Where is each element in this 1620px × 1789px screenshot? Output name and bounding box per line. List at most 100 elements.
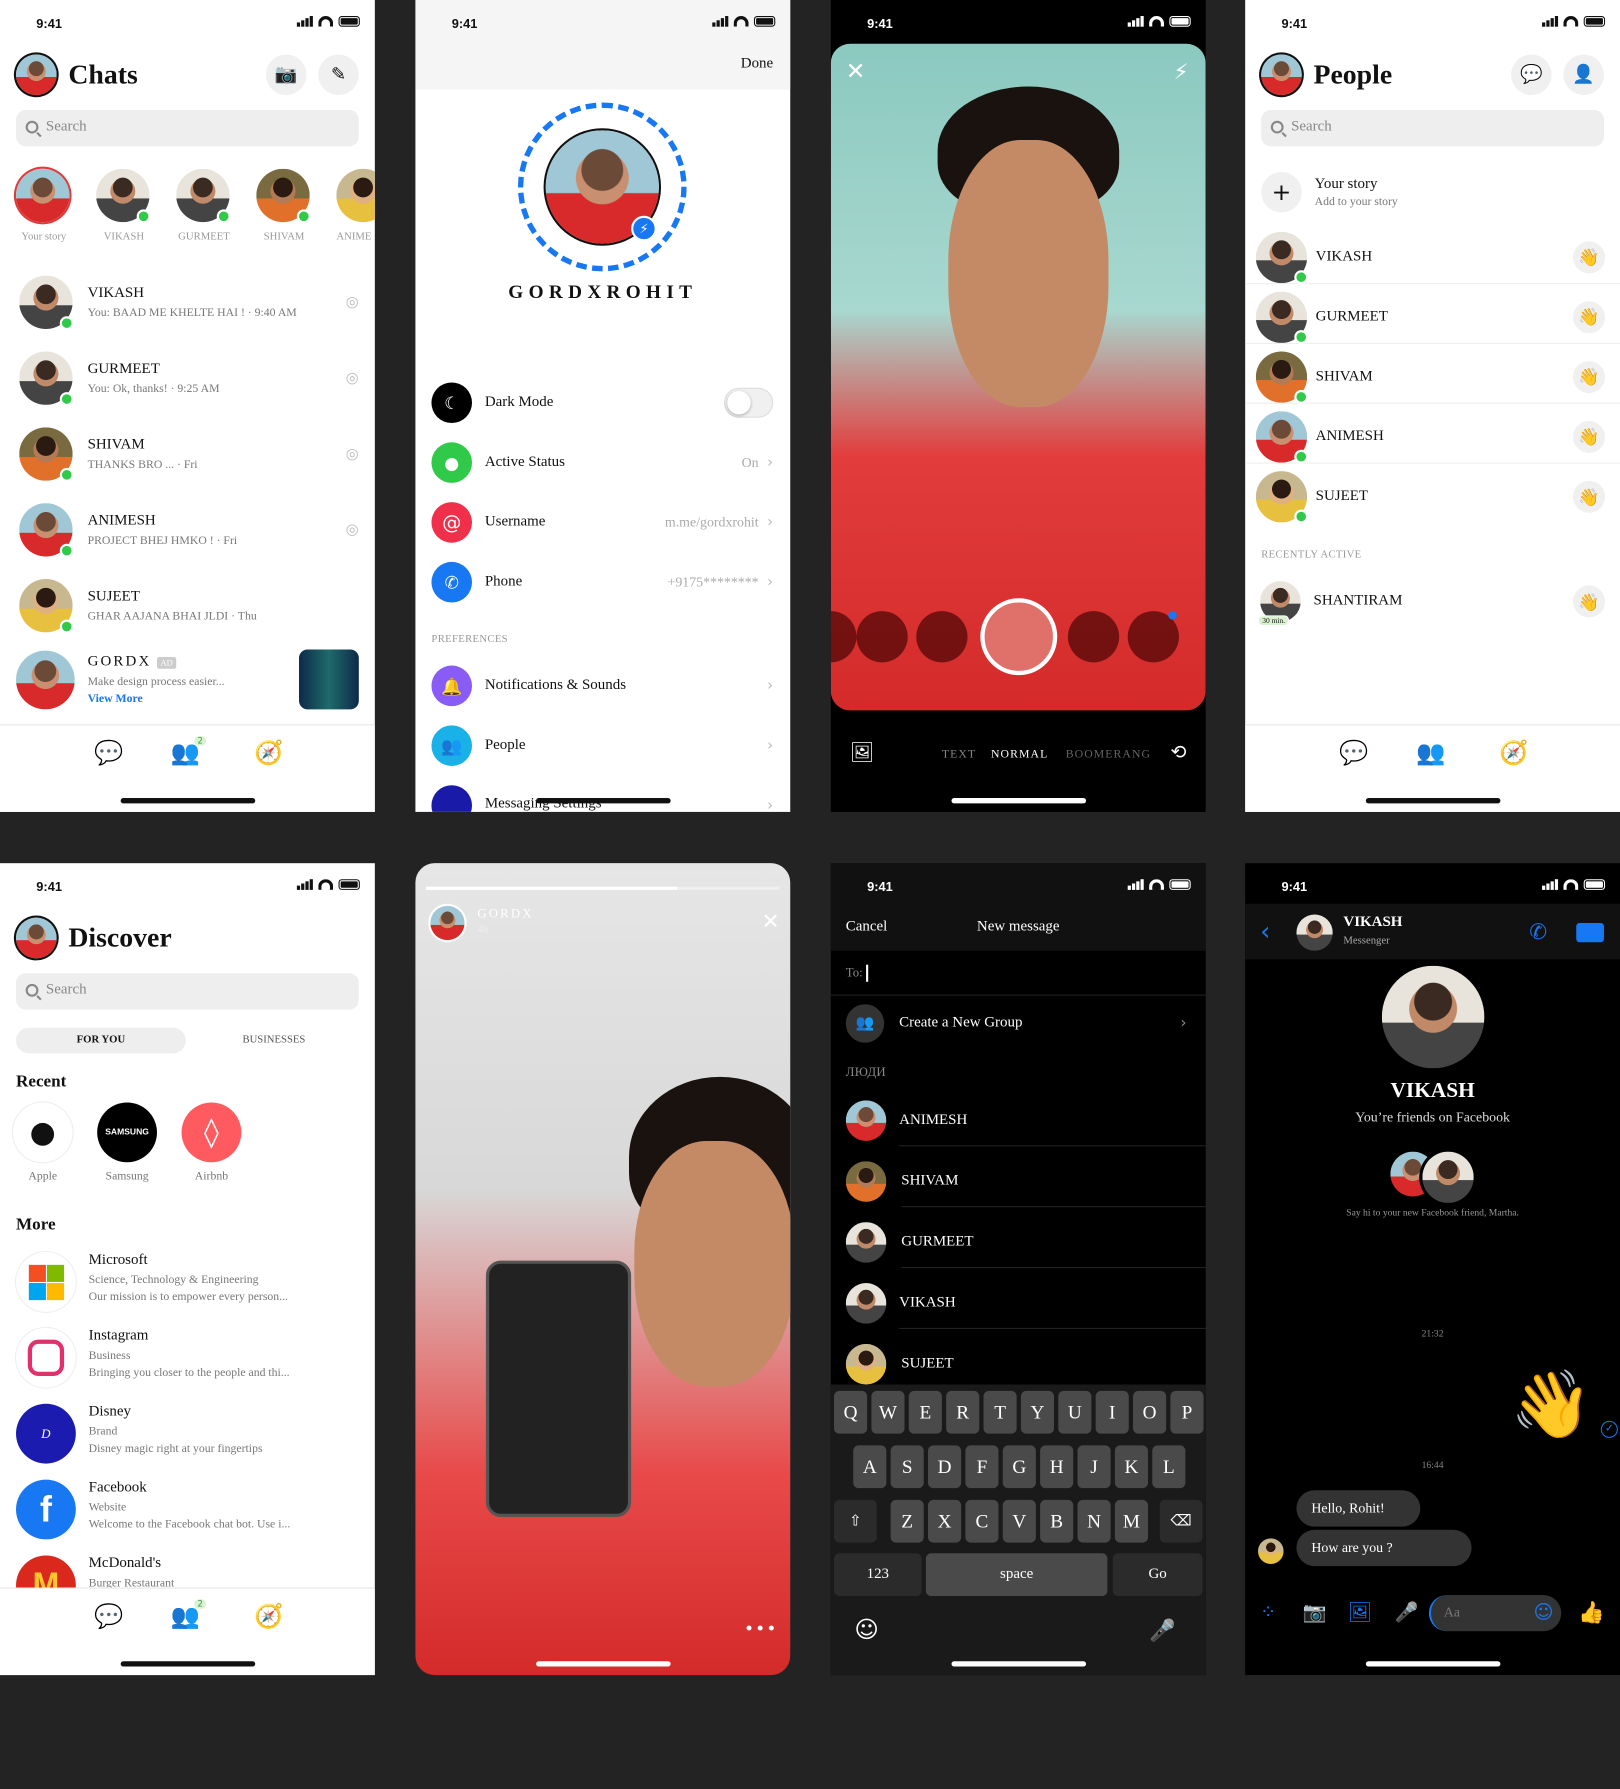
close-icon[interactable]: ✕ [762,908,780,934]
wave-button[interactable]: 👋 [1573,480,1606,513]
chat-row[interactable]: GURMEET You: Ok, thanks! · 9:25 AM ◎ [0,348,375,408]
tab-chats[interactable]: 💬 [1339,740,1368,767]
keyboard-key[interactable]: Q [834,1390,868,1434]
keyboard-key[interactable]: O [1133,1390,1167,1434]
keyboard-key[interactable]: D [928,1445,962,1489]
mode-boomerang[interactable]: BOOMERANG [1066,748,1149,761]
profile-avatar[interactable] [16,917,57,959]
message-bubble[interactable]: How are you ? [1296,1529,1472,1567]
mode-normal[interactable]: NORMAL [991,748,1048,761]
shutter-button[interactable] [980,598,1058,676]
keyboard-key[interactable]: R [946,1390,980,1434]
person-row[interactable]: ANIMESH 👋 [1245,410,1620,464]
chat-row[interactable]: ANIMESH PROJECT BHEJ HMKO ! · Fri ◎ [0,500,375,560]
settings-row-notifications[interactable]: 🔔 Notifications & Sounds › [415,664,790,707]
settings-row-people[interactable]: 👥 People › [415,724,790,767]
settings-row-username[interactable]: @ Username m.me/gordxrohit › [415,501,790,544]
emoji-icon[interactable]: ☺ [1534,1601,1554,1623]
keyboard-key[interactable]: G [1002,1445,1036,1489]
mic-icon[interactable]: 🎤 [1149,1617,1176,1643]
keyboard-key[interactable]: A [853,1445,887,1489]
person-row[interactable]: SHIVAM 👋 [1245,350,1620,404]
keyboard-key[interactable]: T [983,1390,1017,1434]
keyboard-key[interactable]: U [1058,1390,1092,1434]
search-input[interactable]: Search [16,110,359,147]
wave-button[interactable]: 👋 [1573,240,1606,273]
create-group-row[interactable]: 👥 Create a New Group › [831,1002,1206,1045]
keyboard-key[interactable]: F [965,1445,999,1489]
done-button[interactable]: Done [741,56,773,73]
gallery-icon[interactable]: 🖼 [850,741,874,763]
search-input[interactable]: Search [16,973,359,1010]
tab-chats[interactable]: 💬 [94,1604,123,1631]
video-call-icon[interactable] [1576,923,1604,943]
message-bubble[interactable]: Hello, Rohit! [1296,1490,1421,1527]
keyboard-key[interactable]: W [871,1390,905,1434]
gallery-icon[interactable]: 🖼 [1348,1601,1372,1623]
person-row[interactable]: GURMEET 👋 [1245,291,1620,344]
keyboard-key[interactable]: L [1152,1445,1186,1489]
add-contact-button[interactable]: 👤 [1563,54,1604,96]
camera-button[interactable]: 📷 [265,54,307,96]
apps-icon[interactable]: ⁘ [1260,1601,1276,1623]
settings-row-phone[interactable]: ✆ Phone +9175******** › [415,561,790,604]
business-row[interactable]: Microsoft Science, Technology & Engineeri… [0,1252,375,1314]
camera-icon[interactable]: 📷 [1303,1601,1327,1623]
tab-people[interactable]: 👥 2 [171,736,207,767]
story-item[interactable]: SHIVAM [256,168,312,243]
contact-row[interactable]: SHIVAM [831,1160,1206,1208]
person-row[interactable]: 30 min. SHANTIRAM 👋 [1245,577,1620,627]
flip-camera-icon[interactable]: ⟲ [1170,741,1186,763]
contact-row[interactable]: SUJEET [831,1343,1206,1386]
keyboard-key[interactable]: J [1077,1445,1111,1489]
wave-button[interactable]: 👋 [1573,585,1606,618]
profile-avatar[interactable] [16,54,57,96]
settings-row-active-status[interactable]: ● Active Status On › [415,441,790,484]
keyboard-key[interactable]: M [1114,1499,1148,1543]
person-row[interactable]: VIKASH 👋 [1245,231,1620,285]
tab-businesses[interactable]: BUSINESSES [189,1028,359,1054]
call-icon[interactable]: ✆ [1529,919,1547,945]
wave-button[interactable]: 👋 [1573,360,1606,393]
shift-key[interactable]: ⇧ [834,1499,877,1543]
tab-people[interactable]: 👥 2 [171,1599,207,1630]
close-icon[interactable]: ✕ [846,59,866,86]
your-story-row[interactable]: + Your story Add to your story [1245,169,1620,216]
chat-row[interactable]: SHIVAM THANKS BRO ... · Fri ◎ [0,424,375,484]
filter-option[interactable] [916,611,968,663]
wave-button[interactable]: 👋 [1573,420,1606,453]
profile-avatar[interactable] [1261,54,1302,96]
ad-row[interactable]: GORDX AD Make design process easier... Vie… [0,646,375,712]
messages-button[interactable]: 💬 [1511,54,1552,96]
filter-option[interactable] [830,611,857,663]
mic-icon[interactable]: 🎤 [1395,1601,1419,1623]
recent-item[interactable]: SAMSUNG Samsung [95,1102,159,1183]
tab-discover[interactable]: 🧭 [1499,740,1528,767]
to-field[interactable]: To: [830,951,1206,996]
back-icon[interactable]: ‹ [1260,917,1270,947]
contact-row[interactable]: VIKASH [831,1282,1206,1329]
filter-option[interactable] [1067,611,1120,663]
business-row[interactable]: Instagram Business Bringing you closer to … [0,1328,375,1390]
space-key[interactable]: space [925,1553,1108,1597]
backspace-key[interactable]: ⌫ [1159,1499,1203,1543]
keyboard-key[interactable]: C [965,1499,999,1543]
settings-row-dark-mode[interactable]: ☾ Dark Mode [415,381,790,424]
keyboard-key[interactable]: H [1040,1445,1074,1489]
go-key[interactable]: Go [1112,1553,1203,1597]
search-input[interactable]: Search [1261,110,1604,147]
recent-item[interactable]: ◊ Airbnb [179,1102,243,1183]
contact-row[interactable]: GURMEET [831,1221,1206,1269]
keyboard-key[interactable]: K [1114,1445,1148,1489]
tab-people[interactable]: 👥 [1416,740,1445,767]
keyboard-key[interactable]: V [1002,1499,1036,1543]
story-item[interactable]: GURMEET [176,168,232,243]
business-row[interactable]: D Disney Brand Disney magic right at your f… [0,1403,375,1466]
emoji-icon[interactable]: ☺ [854,1617,878,1644]
chat-row[interactable]: SUJEET GHAR AAJANA BHAI JLDI · Thu [0,576,375,636]
recent-item[interactable]: ● Apple [11,1102,75,1183]
thumbs-up-icon[interactable]: 👍 [1578,1599,1605,1625]
tab-for-you[interactable]: FOR YOU [16,1027,186,1054]
dark-mode-toggle[interactable] [724,387,774,418]
keyboard-key[interactable]: N [1077,1499,1111,1543]
